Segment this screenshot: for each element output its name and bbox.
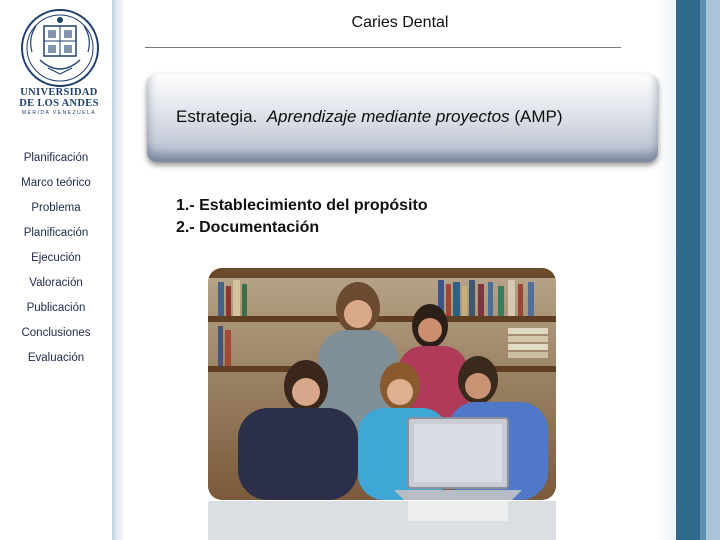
list-item: 1.- Establecimiento del propósito [176, 197, 428, 214]
sidebar-item-ejecucion[interactable]: Ejecución [0, 252, 112, 264]
sidebar-item-marco-teorico[interactable]: Marco teórico [0, 177, 112, 189]
steps-list: 1.- Establecimiento del propósito 2.- Do… [176, 195, 428, 239]
students-laptop-photo [208, 268, 556, 500]
logo-line-3: MÉRIDA VENEZUELA [21, 110, 97, 116]
title-divider [145, 47, 621, 48]
strategy-heading: Estrategia. Aprendizaje mediante proyect… [176, 107, 563, 127]
sidebar-item-publicacion[interactable]: Publicación [0, 302, 112, 314]
right-accent-strip-light [706, 0, 720, 540]
list-item: 2.- Documentación [176, 219, 320, 236]
logo-line-1: UNIVERSIDAD [20, 87, 98, 98]
sidebar-item-conclusiones[interactable]: Conclusiones [0, 327, 112, 339]
right-accent-strip [676, 0, 700, 540]
right-shade [656, 0, 676, 540]
sidebar-divider [112, 0, 124, 540]
reflection-shape [208, 501, 556, 540]
sidebar-item-evaluacion[interactable]: Evaluación [0, 352, 112, 364]
strategy-prefix: Estrategia. [176, 107, 258, 126]
strategy-italic: Aprendizaje mediante proyectos [266, 107, 510, 126]
sidebar-item-problema[interactable]: Problema [0, 202, 112, 214]
seal-icon [21, 9, 99, 87]
photo-reflection [208, 501, 556, 540]
page-title: Caries Dental [351, 14, 449, 31]
strategy-suffix: (AMP) [514, 107, 563, 126]
sidebar-item-valoracion[interactable]: Valoración [0, 277, 112, 289]
sidebar-item-planificacion-2[interactable]: Planificación [0, 227, 112, 239]
logo-line-2: DE LOS ANDES [19, 98, 99, 109]
sidebar-item-planificacion[interactable]: Planificación [0, 152, 112, 164]
